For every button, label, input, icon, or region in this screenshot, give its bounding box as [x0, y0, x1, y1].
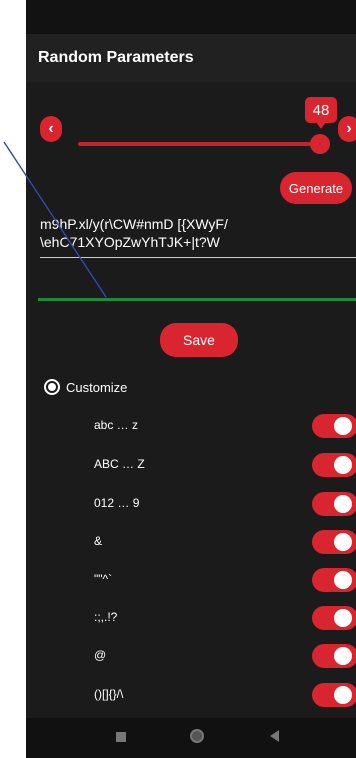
- home-icon[interactable]: [190, 729, 204, 743]
- back-icon[interactable]: [270, 730, 279, 742]
- phone-screen: Random Parameters ‹ 48 › Generate m9hP.x…: [26, 0, 356, 758]
- charset-row-punctuation: :;,.!?: [26, 606, 356, 632]
- charset-row-lowercase: abc … z: [26, 414, 356, 440]
- chevron-left-icon: ‹: [48, 120, 54, 137]
- charset-label: abc … z: [94, 418, 139, 432]
- customize-label: Customize: [66, 379, 128, 395]
- lowercase-toggle[interactable]: [312, 414, 356, 438]
- uppercase-toggle[interactable]: [312, 453, 356, 477]
- length-value-tooltip: 48: [305, 97, 337, 129]
- charset-row-at: @: [26, 644, 356, 670]
- status-bar: [26, 0, 356, 34]
- charset-row-quotes: ""^`: [26, 568, 356, 594]
- chevron-right-icon: ›: [346, 120, 352, 137]
- radio-button-icon[interactable]: [44, 379, 60, 395]
- charset-row-brackets: ()[]{}/\: [26, 683, 356, 709]
- quotes-toggle[interactable]: [312, 568, 356, 592]
- charset-label: 012 … 9: [94, 496, 140, 510]
- brackets-toggle[interactable]: [312, 683, 356, 707]
- charset-label: ""^`: [94, 572, 113, 586]
- decrease-length-button[interactable]: ‹: [40, 116, 62, 142]
- strength-indicator: [38, 298, 356, 301]
- punctuation-toggle[interactable]: [312, 606, 356, 630]
- charset-row-ampersand: &: [26, 530, 356, 556]
- charset-label: :;,.!?: [94, 610, 118, 624]
- length-slider-thumb[interactable]: [310, 134, 330, 154]
- charset-label: ()[]{}/\: [94, 687, 124, 701]
- charset-label: ABC … Z: [94, 457, 145, 471]
- charset-label: @: [94, 648, 107, 662]
- ampersand-toggle[interactable]: [312, 530, 356, 554]
- app-bar: Random Parameters: [26, 34, 356, 82]
- length-slider-track[interactable]: [78, 142, 320, 146]
- customize-option[interactable]: Customize: [44, 376, 127, 398]
- recents-icon[interactable]: [116, 732, 126, 742]
- password-field[interactable]: m9hP.xl/y(r\CW#nmD [{XWyF/ \ehC71XYOpZwY…: [40, 215, 356, 258]
- charset-label: &: [94, 534, 103, 548]
- charset-row-uppercase: ABC … Z: [26, 453, 356, 479]
- page-title: Random Parameters: [38, 49, 194, 66]
- system-nav-bar: [26, 718, 356, 758]
- generate-button[interactable]: Generate: [280, 172, 352, 204]
- digits-toggle[interactable]: [312, 492, 356, 516]
- increase-length-button[interactable]: ›: [338, 116, 356, 142]
- charset-row-digits: 012 … 9: [26, 492, 356, 518]
- save-button[interactable]: Save: [160, 323, 238, 357]
- at-toggle[interactable]: [312, 644, 356, 668]
